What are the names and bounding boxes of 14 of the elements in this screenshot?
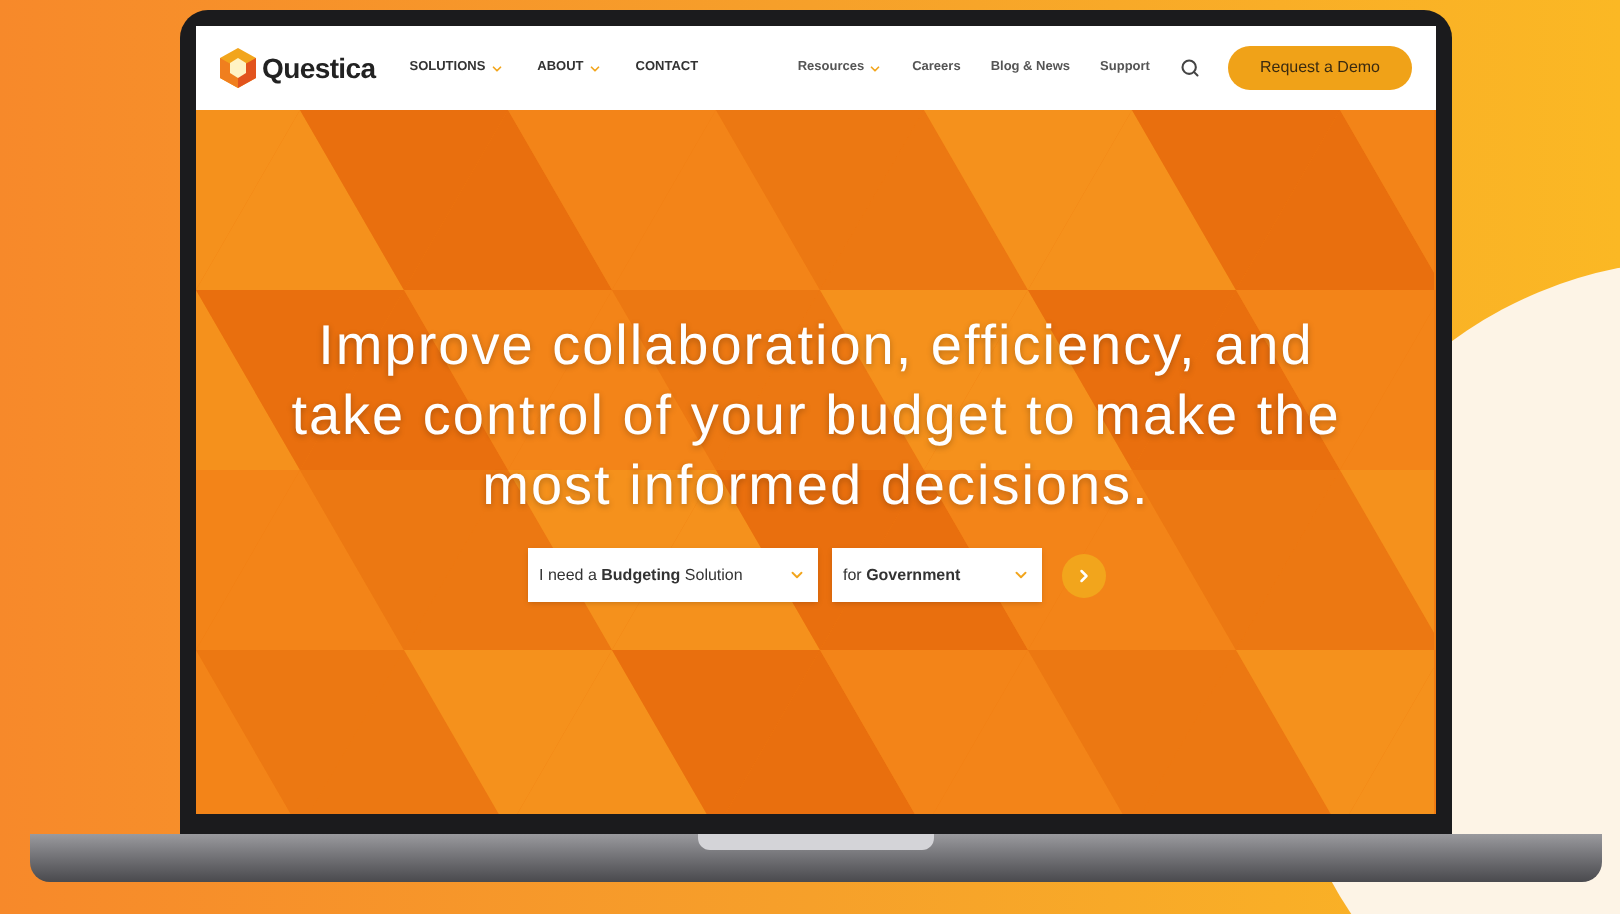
chevron-down-icon xyxy=(1011,566,1029,584)
cube-logo-icon xyxy=(220,48,256,88)
search-icon[interactable] xyxy=(1179,58,1200,78)
brand-name: Questica xyxy=(262,49,376,88)
request-demo-button[interactable]: Request a Demo xyxy=(1227,46,1412,90)
hero-headline: take control of your budget to make the xyxy=(291,382,1341,450)
chevron-down-icon xyxy=(489,61,504,75)
chevron-down-icon xyxy=(587,61,602,75)
chevron-down-icon xyxy=(787,566,805,584)
hero-headline: Improve collaboration, efficiency, and xyxy=(318,312,1314,380)
hero-headline: most informed decisions. xyxy=(482,452,1150,520)
chevron-down-icon xyxy=(868,61,883,75)
dropdown-select[interactable]: for Government xyxy=(831,548,1041,602)
dropdown-select[interactable]: I need a Budgeting Solution xyxy=(527,548,817,602)
